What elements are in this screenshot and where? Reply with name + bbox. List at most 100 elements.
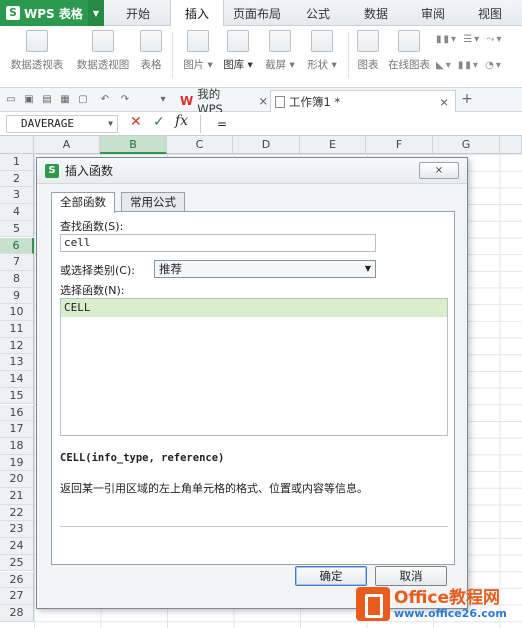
quick-access-dropdown-icon[interactable]: ▾ [156, 93, 170, 106]
row-header[interactable]: 17 [0, 421, 34, 438]
row-header[interactable]: 6 [0, 237, 34, 255]
column-header-g[interactable]: G [433, 136, 500, 154]
row-header[interactable]: 26 [0, 571, 34, 589]
row-header[interactable]: 1 [0, 154, 34, 171]
chart-type-more-icons[interactable]: ◣▾ ▮▮▾ ◔▾ [436, 60, 503, 71]
ribbon-separator [348, 32, 349, 78]
row-header[interactable]: 21 [0, 488, 34, 505]
pivot-chart-icon [92, 30, 114, 52]
new-tab-plus-icon[interactable]: + [460, 92, 474, 106]
row-header[interactable]: 28 [0, 604, 34, 622]
pivot-table-button[interactable]: 数据透视表 [6, 30, 68, 82]
save-icon[interactable]: ▣ [22, 93, 36, 106]
formula-bar: DAVERAGE ▼ ✕ ✓ fx = [0, 112, 522, 136]
tab-workbook[interactable]: 工作簿1 * × [270, 90, 456, 112]
row-header[interactable]: 23 [0, 521, 34, 539]
row-header[interactable]: 24 [0, 538, 34, 555]
name-box[interactable]: DAVERAGE ▼ [6, 115, 118, 133]
menu-tab-insert[interactable]: 插入 [170, 0, 224, 27]
dialog-title-bar[interactable]: S 插入函数 ⨯ [37, 158, 467, 184]
row-header[interactable]: 15 [0, 387, 34, 405]
row-header[interactable]: 12 [0, 337, 34, 355]
menu-tab-home[interactable]: 开始 [110, 0, 166, 26]
row-header[interactable]: 20 [0, 471, 34, 488]
print-preview-icon[interactable]: ▤ [40, 93, 54, 106]
document-tabs-bar: ▭ ▣ ▤ ▦ ▢ ↶ ↷ ▾ W 我的WPS × 工作簿1 * × + [0, 87, 522, 116]
spreadsheet-file-icon [275, 95, 285, 108]
redo-icon[interactable]: ↷ [118, 93, 132, 106]
row-header[interactable]: 8 [0, 270, 34, 288]
picture-button[interactable]: 图片 ▾ [178, 30, 218, 82]
formula-input[interactable]: = [200, 115, 516, 133]
row-header[interactable]: 2 [0, 170, 34, 188]
office-logo-icon [356, 587, 390, 621]
confirm-formula-icon[interactable]: ✓ [153, 114, 165, 130]
row-header[interactable]: 18 [0, 437, 34, 455]
menu-tab-view[interactable]: 视图 [464, 0, 516, 26]
divider [60, 526, 448, 527]
tab-all-functions[interactable]: 全部函数 [51, 192, 115, 213]
row-header[interactable]: 13 [0, 354, 34, 372]
row-header[interactable]: 3 [0, 187, 34, 205]
function-list-item[interactable]: CELL [61, 299, 447, 317]
row-header[interactable]: 14 [0, 371, 34, 388]
row-header[interactable]: 10 [0, 304, 34, 321]
column-header-c[interactable]: C [167, 136, 233, 154]
print-icon[interactable]: ▦ [58, 93, 72, 106]
column-header-a[interactable]: A [34, 136, 100, 154]
search-function-input[interactable]: cell [60, 234, 376, 252]
column-header-f[interactable]: F [366, 136, 433, 154]
row-header[interactable]: 19 [0, 454, 34, 472]
dialog-title: 插入函数 [65, 164, 114, 178]
chevron-down-icon[interactable]: ▼ [108, 116, 113, 132]
row-header[interactable]: 7 [0, 254, 34, 271]
menu-tab-page-layout[interactable]: 页面布局 [226, 0, 288, 26]
cancel-formula-icon[interactable]: ✕ [130, 114, 142, 130]
menu-bar: S WPS 表格 ▼ 开始 插入 页面布局 公式 数据 审阅 视图 [0, 0, 522, 27]
tab-my-wps[interactable]: W 我的WPS × [176, 87, 268, 116]
column-header-e[interactable]: E [300, 136, 366, 154]
menu-tab-data[interactable]: 数据 [350, 0, 402, 26]
open-folder-icon[interactable]: ▭ [4, 93, 18, 106]
row-header[interactable]: 9 [0, 287, 34, 305]
app-menu-button[interactable]: S WPS 表格 ▼ [0, 0, 104, 26]
chart-type-bar-icons[interactable]: ▮▮▾ ☰▾ ⤳▾ [436, 34, 503, 45]
function-signature: CELL(info_type, reference) [60, 452, 225, 464]
close-tab-icon[interactable]: × [258, 94, 268, 108]
chart-button[interactable]: 图表 [352, 30, 384, 82]
row-header[interactable]: 16 [0, 404, 34, 422]
preview-icon[interactable]: ▢ [76, 93, 90, 106]
row-header[interactable]: 25 [0, 554, 34, 572]
chart-label: 图表 [357, 59, 379, 71]
select-all-corner[interactable] [0, 136, 34, 154]
row-header[interactable]: 11 [0, 321, 34, 338]
shapes-button[interactable]: 形状 ▾ [302, 30, 342, 82]
row-header[interactable]: 27 [0, 588, 34, 605]
function-listbox[interactable]: CELL [60, 298, 448, 436]
wps-logo-icon: S [6, 6, 20, 20]
menu-tab-formulas[interactable]: 公式 [292, 0, 344, 26]
close-tab-icon[interactable]: × [439, 95, 449, 109]
menu-tab-review[interactable]: 审阅 [408, 0, 458, 26]
shapes-label: 形状 ▾ [307, 59, 337, 71]
row-header[interactable]: 22 [0, 504, 34, 522]
screenshot-button[interactable]: 截屏 ▾ [260, 30, 300, 82]
chevron-down-icon[interactable]: ▼ [365, 261, 371, 277]
category-select[interactable]: 推荐 ▼ [154, 260, 376, 278]
row-header[interactable]: 5 [0, 220, 34, 238]
table-label: 表格 [140, 59, 162, 71]
table-button[interactable]: 表格 [136, 30, 166, 82]
insert-function-fx-icon[interactable]: fx [175, 113, 188, 129]
undo-icon[interactable]: ↶ [98, 93, 112, 106]
online-chart-button[interactable]: 在线图表 [386, 30, 432, 82]
gallery-button[interactable]: 图库 ▾ [220, 30, 256, 82]
category-selected-value: 推荐 [159, 262, 182, 276]
column-header-d[interactable]: D [233, 136, 300, 154]
tab-common-formulas[interactable]: 常用公式 [121, 192, 185, 212]
wps-s-logo-icon: S [45, 163, 59, 178]
app-menu-dropdown-icon[interactable]: ▼ [88, 0, 104, 26]
close-icon[interactable]: ⨯ [419, 162, 459, 179]
column-header-b[interactable]: B [100, 136, 167, 154]
row-header[interactable]: 4 [0, 204, 34, 221]
pivot-chart-button[interactable]: 数据透视图 [72, 30, 134, 82]
